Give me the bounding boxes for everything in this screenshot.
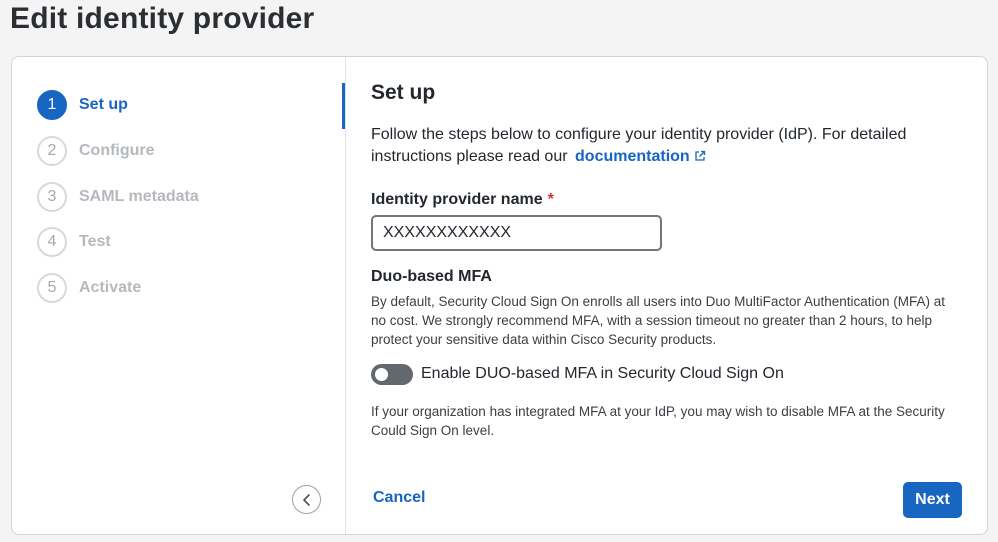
step-set-up[interactable]: 1 Set up — [37, 90, 128, 120]
external-link-icon — [695, 150, 705, 161]
step-number: 1 — [37, 90, 67, 120]
chevron-left-icon — [302, 493, 310, 506]
step-test[interactable]: 4 Test — [37, 227, 111, 257]
step-activate[interactable]: 5 Activate — [37, 273, 141, 303]
panel-divider — [345, 57, 346, 534]
idp-name-label-text: Identity provider name — [371, 191, 543, 208]
idp-name-label: Identity provider name * — [371, 191, 554, 209]
mfa-toggle-row: Enable DUO-based MFA in Security Cloud S… — [371, 363, 784, 385]
documentation-link[interactable]: documentation — [575, 148, 706, 165]
next-button[interactable]: Next — [903, 482, 962, 518]
intro-text: Follow the steps below to configure your… — [371, 124, 931, 168]
step-configure[interactable]: 2 Configure — [37, 136, 155, 166]
documentation-link-label: documentation — [575, 148, 690, 165]
mfa-toggle-label: Enable DUO-based MFA in Security Cloud S… — [421, 365, 784, 382]
step-number: 3 — [37, 182, 67, 212]
active-section-indicator — [342, 83, 345, 129]
cancel-button[interactable]: Cancel — [373, 489, 425, 507]
mfa-description: By default, Security Cloud Sign On enrol… — [371, 294, 946, 347]
step-number: 2 — [37, 136, 67, 166]
step-number: 5 — [37, 273, 67, 303]
step-label: Configure — [79, 142, 155, 159]
step-saml-metadata[interactable]: 3 SAML metadata — [37, 182, 199, 212]
required-indicator: * — [547, 191, 554, 208]
wizard-steps: 1 Set up 2 Configure 3 SAML metadata 4 T… — [12, 57, 346, 534]
mfa-note: If your organization has integrated MFA … — [371, 404, 945, 438]
idp-name-input[interactable] — [371, 215, 662, 251]
page-title: Edit identity provider — [10, 2, 315, 35]
step-label: SAML metadata — [79, 188, 199, 205]
step-label: Test — [79, 233, 111, 250]
step-content: Set up Follow the steps below to configu… — [371, 57, 971, 534]
mfa-section-title: Duo-based MFA — [371, 268, 492, 285]
toggle-knob — [375, 367, 388, 381]
mfa-toggle[interactable] — [371, 363, 413, 385]
step-number: 4 — [37, 227, 67, 257]
step-label: Activate — [79, 279, 142, 296]
collapse-steps-button[interactable] — [292, 485, 321, 514]
wizard-card: 1 Set up 2 Configure 3 SAML metadata 4 T… — [11, 56, 988, 535]
step-label: Set up — [79, 96, 128, 113]
section-title: Set up — [371, 81, 436, 104]
